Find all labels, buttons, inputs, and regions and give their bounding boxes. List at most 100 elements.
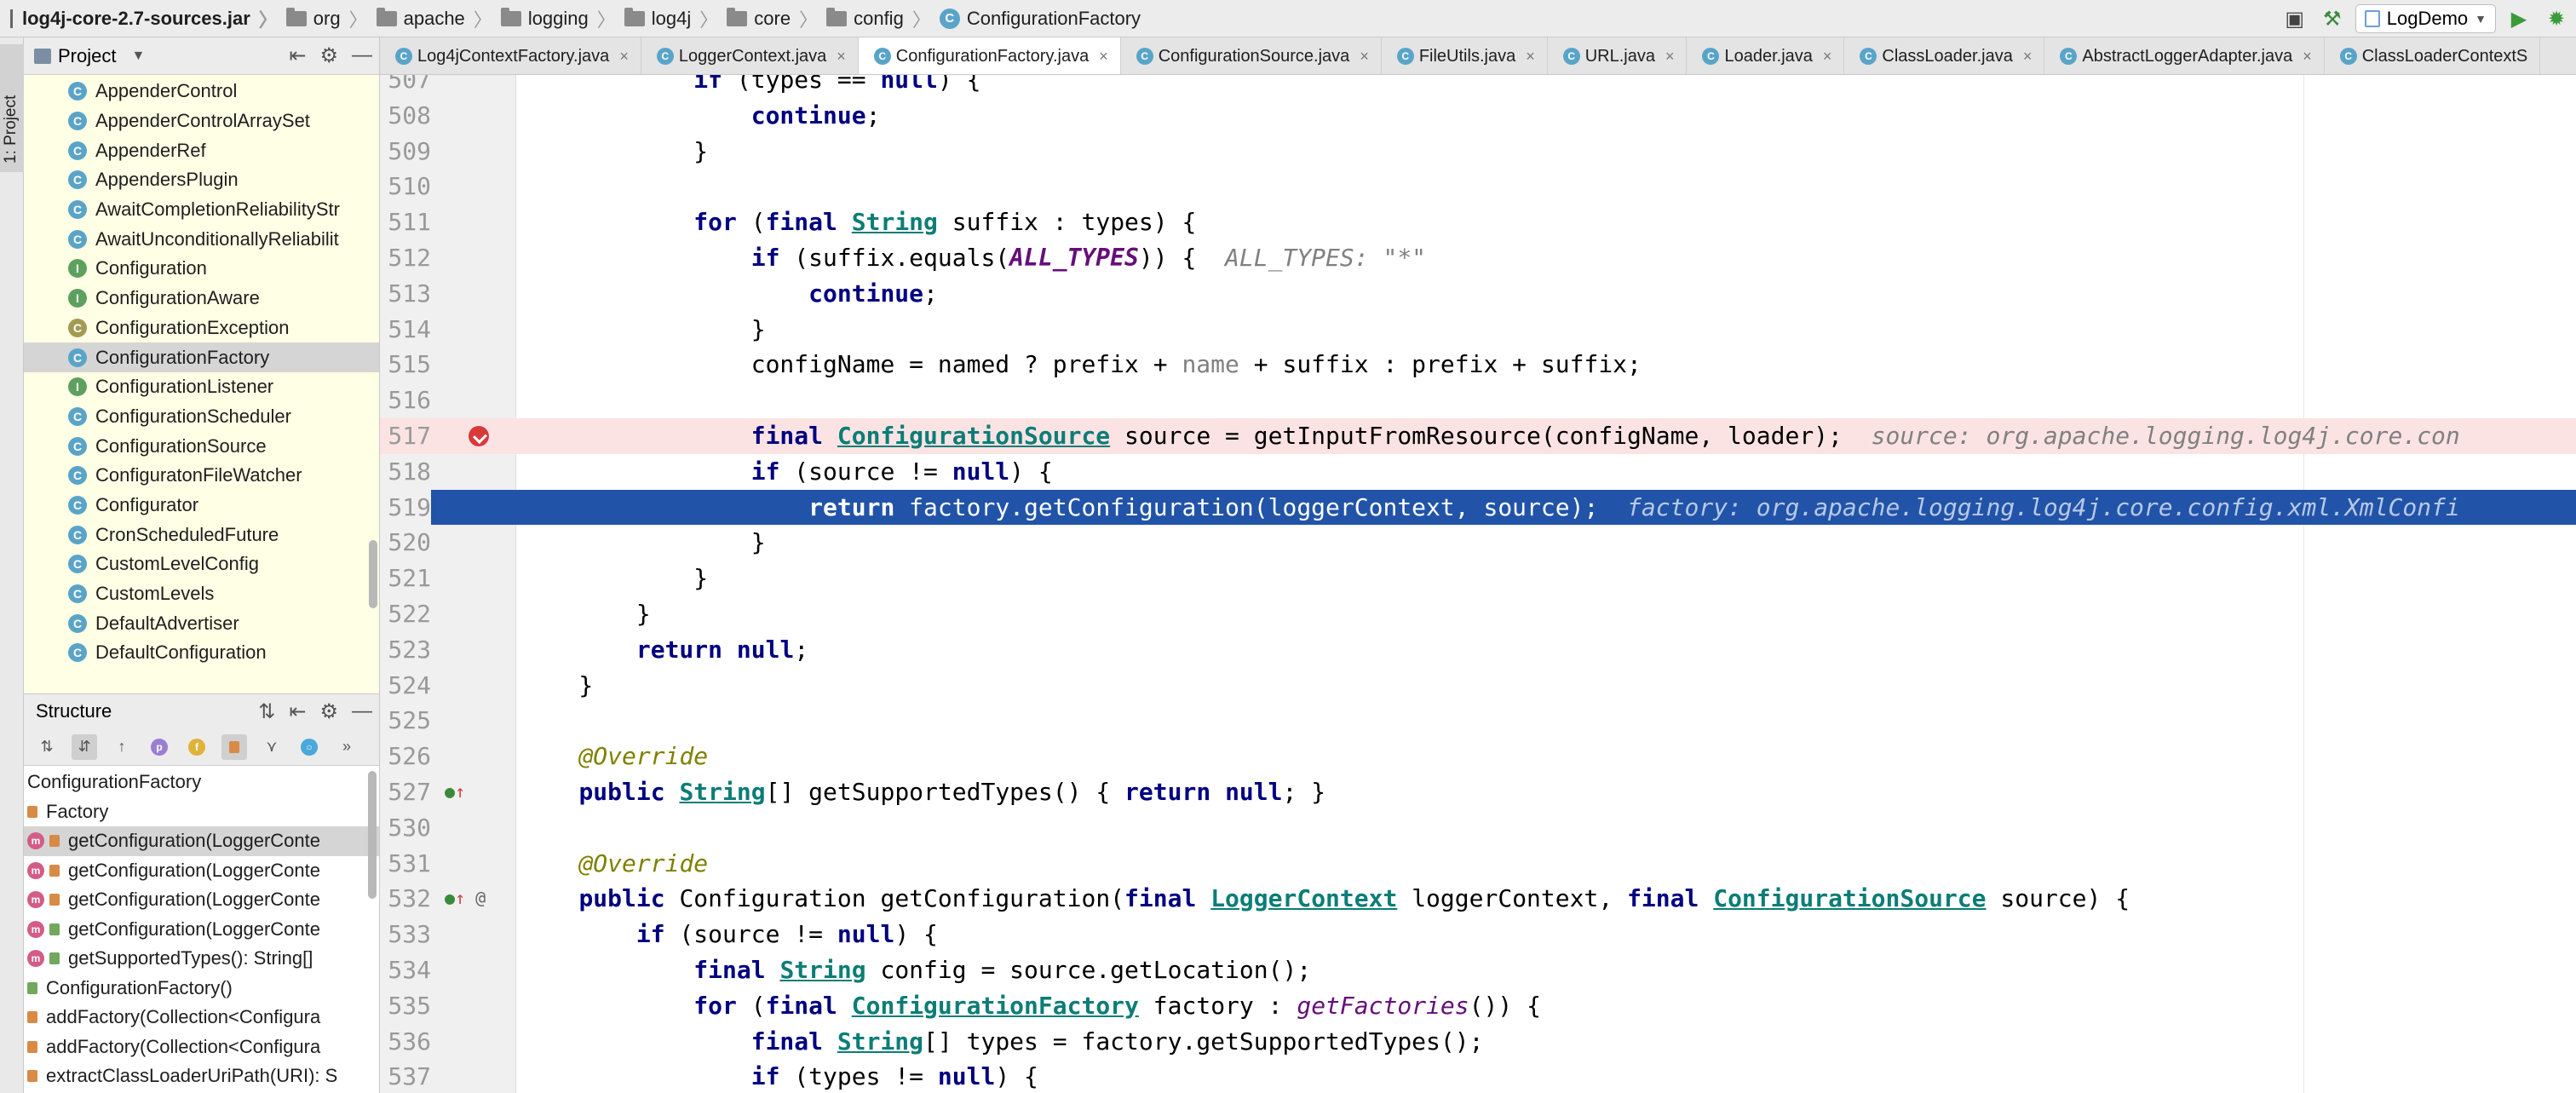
code-editor[interactable]: 507 if (types == null) {508 continue; 509… — [380, 75, 2576, 1093]
show-inherited-icon[interactable]: ↑ — [109, 734, 135, 760]
code-line[interactable]: 520 } — [380, 525, 2576, 561]
vertical-scrollbar[interactable] — [368, 771, 377, 899]
structure-item[interactable]: m getConfiguration(LoggerConte — [24, 885, 379, 915]
tree-item[interactable]: C Configurator — [24, 491, 379, 521]
breadcrumb-item[interactable]: apache 〉 — [371, 0, 496, 37]
code-line[interactable]: 507 if (types == null) { — [380, 75, 2576, 98]
close-icon[interactable]: × — [1823, 48, 1832, 66]
tree-item[interactable]: C AppenderControl — [24, 77, 379, 106]
structure-item[interactable]: m getSupportedTypes(): String[] — [24, 944, 379, 974]
close-icon[interactable]: × — [1099, 48, 1108, 66]
breadcrumb-item[interactable]: C ConfigurationFactory — [934, 0, 1144, 37]
show-lambdas-icon[interactable]: ⋎ — [259, 734, 285, 760]
structure-item[interactable]: addFactory(Collection<Configura — [24, 1033, 379, 1062]
tree-item[interactable]: C ConfiguratonFileWatcher — [24, 461, 379, 491]
vertical-scrollbar[interactable] — [369, 540, 377, 608]
close-icon[interactable]: × — [1526, 48, 1535, 66]
tree-item[interactable]: C AppenderControlArraySet — [24, 106, 379, 136]
tree-item[interactable]: C DefaultAdvertiser — [24, 608, 379, 638]
editor-tab[interactable]: C Log4jContextFactory.java × — [380, 37, 641, 74]
run-configuration-selector[interactable]: LogDemo ▼ — [2355, 4, 2496, 33]
project-tool-window-tab[interactable]: 1: Project — [0, 44, 24, 172]
editor-tab[interactable]: C AbstractLoggerAdapter.java × — [2044, 37, 2325, 74]
code-line[interactable]: 519 return factory.getConfiguration(logg… — [380, 489, 2576, 526]
show-properties-icon[interactable]: p — [147, 734, 172, 760]
code-line[interactable]: 531 @Override — [380, 846, 2576, 882]
gear-icon[interactable]: ⚙ — [319, 43, 338, 68]
tree-item[interactable]: C CustomLevels — [24, 579, 379, 609]
sort-alphabetically-icon[interactable]: ⇵ — [72, 733, 97, 760]
tree-item[interactable]: C AwaitUnconditionallyReliabilit — [24, 224, 379, 254]
code-line[interactable]: 521 } — [380, 561, 2576, 596]
code-line[interactable]: 512 if (suffix.equals(ALL_TYPES)) { ALL_… — [380, 240, 2576, 276]
code-line[interactable]: 532 ●↑ @ public Configuration getConfigur… — [380, 881, 2576, 917]
code-line[interactable]: 533 if (source != null) { — [380, 917, 2576, 952]
tree-item[interactable]: C CronScheduledFuture — [24, 520, 379, 549]
breakpoint-icon[interactable] — [469, 426, 489, 446]
structure-item[interactable]: addFactory(Collection<Configura — [24, 1003, 379, 1033]
breadcrumb-item[interactable]: log4j 〉 — [619, 0, 722, 37]
run-icon[interactable]: ▶ — [2504, 6, 2533, 32]
editor-tab[interactable]: C ClassLoader.java × — [1844, 37, 2045, 74]
project-view-selector[interactable]: Project ▼ — [34, 45, 145, 67]
code-line[interactable]: 514 } — [380, 312, 2576, 348]
structure-item[interactable]: m getConfiguration(LoggerConte — [24, 915, 379, 945]
breadcrumb-item[interactable]: log4j-core-2.7-sources.jar 〉 — [5, 0, 281, 37]
code-line[interactable]: 513 continue; — [380, 276, 2576, 312]
code-line[interactable]: 517 final ConfigurationSource source = g… — [380, 418, 2576, 454]
tree-item[interactable]: I ConfigurationAware — [24, 284, 379, 314]
collapse-all-icon[interactable]: ⇤ — [289, 43, 306, 68]
tree-item[interactable]: C AppenderRef — [24, 135, 379, 165]
collapse-all-icon[interactable]: ⇤ — [289, 699, 306, 724]
editor-tab[interactable]: C ConfigurationFactory.java × — [858, 37, 1121, 74]
tree-item[interactable]: C ConfigurationFactory — [24, 342, 379, 372]
code-line[interactable]: 509 } — [380, 134, 2576, 170]
code-line[interactable]: 511 for (final String suffix : types) { — [380, 204, 2576, 240]
gear-icon[interactable]: ⚙ — [319, 699, 338, 724]
hide-panel-icon[interactable]: — — [352, 699, 372, 724]
code-line[interactable]: 508 continue; — [380, 98, 2576, 134]
structure-item[interactable]: Factory — [24, 797, 379, 827]
code-line[interactable]: 527 ●↑ public String[] getSupportedTypes(… — [380, 774, 2576, 810]
code-line[interactable]: 534 final String config = source.getLoca… — [380, 952, 2576, 988]
tree-item[interactable]: C ConfigurationScheduler — [24, 402, 379, 432]
breadcrumb-item[interactable]: config 〉 — [821, 0, 934, 37]
breadcrumb-item[interactable]: org 〉 — [281, 0, 371, 37]
tree-item[interactable]: C DefaultConfiguration — [24, 638, 379, 668]
override-marker-icon[interactable]: ●↑ — [445, 774, 465, 810]
code-line[interactable]: 535 for (final ConfigurationFactory fact… — [380, 988, 2576, 1024]
code-line[interactable]: 525 — [380, 703, 2576, 739]
structure-item[interactable]: ConfigurationFactory() — [24, 974, 379, 1004]
tree-item[interactable]: I ConfigurationListener — [24, 372, 379, 402]
debug-icon[interactable]: ✹ — [2542, 6, 2571, 32]
tree-item[interactable]: C AwaitCompletionReliabilityStr — [24, 195, 379, 225]
hide-panel-icon[interactable]: — — [352, 43, 372, 68]
show-fields-icon[interactable]: f — [184, 734, 210, 760]
close-icon[interactable]: × — [1665, 48, 1675, 66]
build-hammer-icon[interactable]: ⚒ — [2318, 6, 2347, 32]
code-line[interactable]: 526 @Override — [380, 739, 2576, 774]
show-non-public-icon[interactable] — [221, 733, 247, 760]
close-icon[interactable]: × — [2023, 48, 2033, 66]
tree-item[interactable]: C CustomLevelConfig — [24, 549, 379, 579]
tree-item[interactable]: C AppendersPlugin — [24, 165, 379, 195]
structure-item[interactable]: extractClassLoaderUriPath(URI): S — [24, 1061, 379, 1091]
editor-tab[interactable]: C URL.java × — [1548, 37, 1688, 74]
close-icon[interactable]: × — [1360, 48, 1369, 66]
code-line[interactable]: 536 final String[] types = factory.getSu… — [380, 1024, 2576, 1060]
close-icon[interactable]: × — [619, 48, 629, 66]
code-line[interactable]: 537 if (types != null) { — [380, 1059, 2576, 1093]
override-marker-icon[interactable]: ●↑ @ — [445, 881, 486, 917]
close-icon[interactable]: × — [2303, 48, 2312, 66]
structure-item[interactable]: m getConfiguration(LoggerConte — [24, 826, 379, 856]
expand-all-icon[interactable]: ⇅ — [258, 699, 275, 724]
sort-by-visibility-icon[interactable]: ⇅ — [34, 734, 60, 760]
code-line[interactable]: 530 — [380, 810, 2576, 846]
editor-tab[interactable]: C LoggerContext.java × — [641, 37, 859, 74]
structure-item[interactable]: ConfigurationFactory — [24, 768, 379, 797]
autoscroll-icon[interactable]: ○ — [296, 734, 322, 760]
code-line[interactable]: 522 } — [380, 596, 2576, 632]
code-line[interactable]: 515 configName = named ? prefix + name +… — [380, 347, 2576, 383]
code-line[interactable]: 524 } — [380, 668, 2576, 704]
structure-item[interactable]: m getConfiguration(LoggerConte — [24, 856, 379, 886]
